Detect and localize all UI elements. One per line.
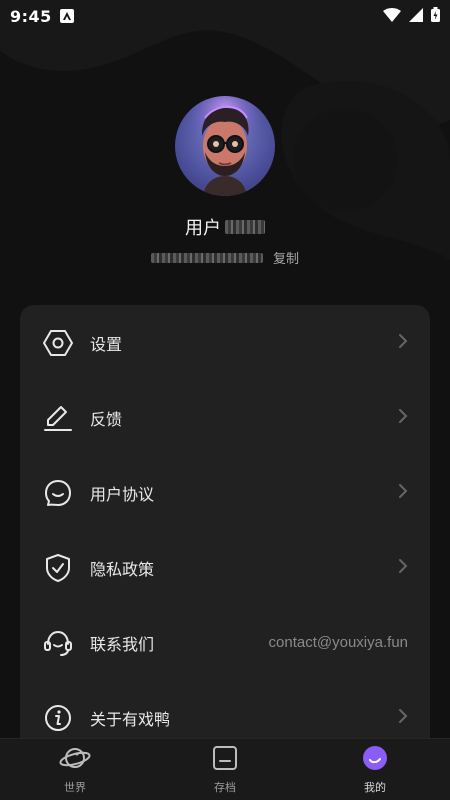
archive-icon bbox=[212, 745, 238, 775]
signal-icon bbox=[409, 7, 423, 26]
menu-item-label: 用户协议 bbox=[90, 484, 155, 504]
nav-tab-world[interactable]: 世界 bbox=[0, 739, 150, 800]
menu-item-label: 关于有戏鸭 bbox=[90, 709, 171, 729]
nav-label: 世界 bbox=[64, 780, 86, 794]
menu-item-label: 隐私政策 bbox=[90, 559, 155, 579]
planet-icon bbox=[59, 745, 91, 775]
menu-item-feedback[interactable]: 反馈 bbox=[20, 380, 430, 455]
avatar[interactable] bbox=[175, 96, 275, 196]
app-notification-icon bbox=[59, 9, 74, 23]
menu-item-user-agreement[interactable]: 用户协议 bbox=[20, 455, 430, 530]
user-id-redacted bbox=[150, 252, 263, 263]
username-redacted bbox=[225, 220, 265, 234]
pen-icon bbox=[42, 402, 74, 434]
hexagon-settings-icon bbox=[42, 327, 74, 359]
profile-header: 用户 复制 bbox=[0, 96, 450, 267]
menu-item-privacy-policy[interactable]: 隐私政策 bbox=[20, 530, 430, 605]
battery-icon bbox=[431, 6, 440, 26]
contact-email[interactable]: contact@youxiya.fun bbox=[269, 634, 408, 651]
profile-moon-icon bbox=[362, 745, 388, 775]
nav-label: 我的 bbox=[364, 780, 386, 794]
chat-bubble-icon bbox=[42, 477, 74, 509]
shield-check-icon bbox=[42, 552, 74, 584]
username-prefix: 用户 bbox=[185, 218, 221, 239]
menu-item-label: 联系我们 bbox=[90, 634, 155, 654]
chevron-right-icon bbox=[398, 708, 408, 728]
wifi-icon bbox=[383, 7, 401, 26]
bottom-navigation: 世界 存档 我的 bbox=[0, 738, 450, 800]
info-icon bbox=[42, 702, 74, 734]
user-id-row: 复制 bbox=[0, 248, 450, 267]
status-time: 9:45 bbox=[10, 6, 52, 26]
menu-item-label: 设置 bbox=[90, 334, 123, 354]
nav-tab-archive[interactable]: 存档 bbox=[150, 739, 300, 800]
menu-item-contact-us[interactable]: 联系我们 contact@youxiya.fun bbox=[20, 605, 430, 680]
chevron-right-icon bbox=[398, 333, 408, 353]
chevron-right-icon bbox=[398, 558, 408, 578]
headset-icon bbox=[42, 627, 74, 659]
nav-label: 存档 bbox=[214, 780, 236, 794]
copy-button[interactable]: 复制 bbox=[273, 248, 299, 267]
chevron-right-icon bbox=[398, 408, 408, 428]
nav-tab-mine[interactable]: 我的 bbox=[300, 739, 450, 800]
menu-card: 设置 反馈 用户协议 隐私政策 联系我们 contact@youxiya.fun… bbox=[20, 305, 430, 765]
chevron-right-icon bbox=[398, 483, 408, 503]
status-bar: 9:45 bbox=[0, 0, 450, 32]
username: 用户 bbox=[0, 214, 450, 240]
menu-item-label: 反馈 bbox=[90, 409, 123, 429]
menu-item-settings[interactable]: 设置 bbox=[20, 305, 430, 380]
